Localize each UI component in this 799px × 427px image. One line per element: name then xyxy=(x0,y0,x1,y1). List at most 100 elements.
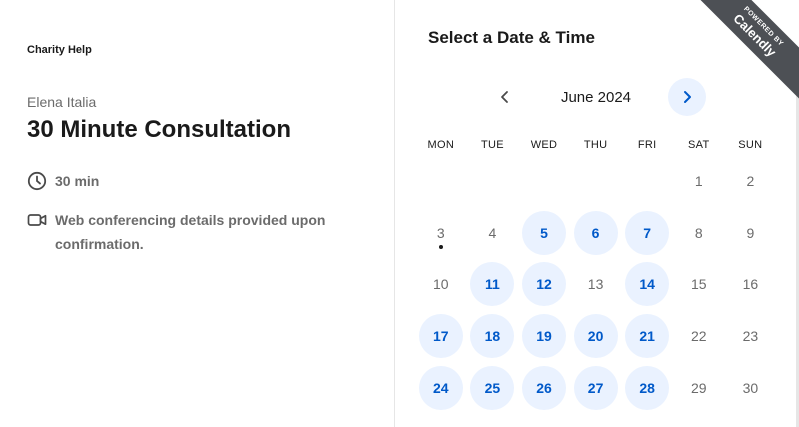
available-day-button[interactable]: 26 xyxy=(521,366,566,411)
powered-by-ribbon[interactable]: POWERED BY Calendly xyxy=(689,0,799,105)
month-navigation: June 2024 xyxy=(486,78,706,116)
host-name: Elena Italia xyxy=(27,94,97,110)
available-day-button[interactable]: 24 xyxy=(418,366,463,411)
available-day-button[interactable]: 7 xyxy=(625,210,670,255)
unavailable-day: 29 xyxy=(677,366,721,410)
calendar-cell: 2 xyxy=(725,155,777,207)
conferencing-text: Web conferencing details provided upon c… xyxy=(55,212,326,252)
powered-by-badge[interactable]: POWERED BY Calendly xyxy=(689,0,799,110)
weekday-label: SUN xyxy=(738,139,763,151)
calendar-cell: 22 xyxy=(673,310,725,362)
panel-title: Select a Date & Time xyxy=(428,28,595,47)
available-day-button[interactable]: 11 xyxy=(470,262,515,307)
day-number: 23 xyxy=(742,328,759,345)
day-number: 14 xyxy=(639,276,655,293)
available-day-button[interactable]: 21 xyxy=(625,314,670,359)
unavailable-day: 13 xyxy=(574,262,618,306)
calendar-cell: 20 xyxy=(570,310,622,362)
weekday-label: SAT xyxy=(688,139,710,151)
unavailable-day: 10 xyxy=(419,262,463,306)
unavailable-day: 23 xyxy=(728,314,772,358)
calendar-cell xyxy=(570,155,622,207)
duration-text: 30 min xyxy=(55,173,100,189)
day-number: 27 xyxy=(587,380,604,397)
today-indicator xyxy=(438,244,443,249)
duration-row: 30 min xyxy=(27,171,99,191)
calendar-cell: 27 xyxy=(570,362,622,414)
calendar-cell: 28 xyxy=(621,362,673,414)
calendar-cell: 24 xyxy=(415,362,467,414)
weekday-header: MON TUE WED THU FRI SAT SUN xyxy=(415,139,776,151)
conferencing-row: Web conferencing details provided upon c… xyxy=(27,208,377,256)
day-number: 25 xyxy=(484,380,501,397)
previous-month-button[interactable] xyxy=(486,78,524,116)
powered-by-label: POWERED BY xyxy=(742,5,785,48)
calendar-cell: 17 xyxy=(415,310,467,362)
calendar-cell: 6 xyxy=(570,207,622,259)
day-number: 30 xyxy=(742,380,759,397)
calendar-cell: 21 xyxy=(621,310,673,362)
available-day-button[interactable]: 28 xyxy=(625,366,670,411)
brand-name: Charity Help xyxy=(27,44,92,56)
calendar-cell: 15 xyxy=(673,259,725,311)
calendar-grid: 1 2 3 4 5 6 7 8 9 10 11 12 13 14 15 16 17 18 19 20 21 22 23 24 2… xyxy=(415,155,776,414)
weekday-label: MON xyxy=(427,139,455,151)
unavailable-day: 22 xyxy=(677,314,721,358)
day-number: 15 xyxy=(690,276,707,293)
chevron-left-icon xyxy=(501,91,508,103)
calendar-cell: 25 xyxy=(467,362,519,414)
weekday-label: FRI xyxy=(637,139,657,151)
calendar-cell: 9 xyxy=(725,207,777,259)
calendar-cell xyxy=(518,155,570,207)
available-day-button[interactable]: 20 xyxy=(573,314,618,359)
clock-icon xyxy=(27,171,47,191)
day-number: 18 xyxy=(484,328,501,345)
day-number: 1 xyxy=(694,172,703,189)
calendar-cell: 26 xyxy=(518,362,570,414)
unavailable-day: 2 xyxy=(728,159,772,203)
calendar-cell: 23 xyxy=(725,310,777,362)
calendar-cell: 18 xyxy=(467,310,519,362)
calendar-cell: 16 xyxy=(725,259,777,311)
day-number: 8 xyxy=(694,224,703,241)
day-number: 2 xyxy=(746,172,755,189)
available-day-button[interactable]: 18 xyxy=(470,314,515,359)
video-camera-icon xyxy=(27,214,47,226)
day-number: 3 xyxy=(436,224,445,241)
calendar-cell xyxy=(621,155,673,207)
calendar-cell: 5 xyxy=(518,207,570,259)
calendar-cell: 13 xyxy=(570,259,622,311)
available-day-button[interactable]: 12 xyxy=(521,262,566,307)
unavailable-day: 4 xyxy=(470,211,514,255)
day-number: 12 xyxy=(536,276,552,293)
day-number: 22 xyxy=(690,328,707,345)
unavailable-day: 30 xyxy=(728,366,772,410)
day-number: 10 xyxy=(433,276,449,293)
day-number: 19 xyxy=(536,328,552,345)
calendar-cell: 14 xyxy=(621,259,673,311)
calendar-cell: 19 xyxy=(518,310,570,362)
available-day-button[interactable]: 6 xyxy=(573,210,618,255)
calendar-cell: 4 xyxy=(467,207,519,259)
unavailable-day: 15 xyxy=(677,262,721,306)
day-number: 20 xyxy=(587,328,604,345)
available-day-button[interactable]: 17 xyxy=(418,314,463,359)
day-number: 24 xyxy=(433,380,449,397)
calendar-cell: 7 xyxy=(621,207,673,259)
calendar-cell: 29 xyxy=(673,362,725,414)
available-day-button[interactable]: 27 xyxy=(573,366,618,411)
day-number: 9 xyxy=(746,224,755,241)
available-day-button[interactable]: 5 xyxy=(521,210,566,255)
unavailable-day: 8 xyxy=(677,211,721,255)
event-details-panel: Charity Help Elena Italia 30 Minute Cons… xyxy=(0,0,395,427)
day-number: 26 xyxy=(536,380,552,397)
day-number: 16 xyxy=(742,276,759,293)
calendar-cell: 30 xyxy=(725,362,777,414)
weekday-label: THU xyxy=(583,139,608,151)
available-day-button[interactable]: 14 xyxy=(625,262,670,307)
available-day-button[interactable]: 19 xyxy=(521,314,566,359)
available-day-button[interactable]: 25 xyxy=(470,366,515,411)
calendar-cell: 1 xyxy=(673,155,725,207)
calendar-cell: 11 xyxy=(467,259,519,311)
month-label: June 2024 xyxy=(560,88,632,106)
